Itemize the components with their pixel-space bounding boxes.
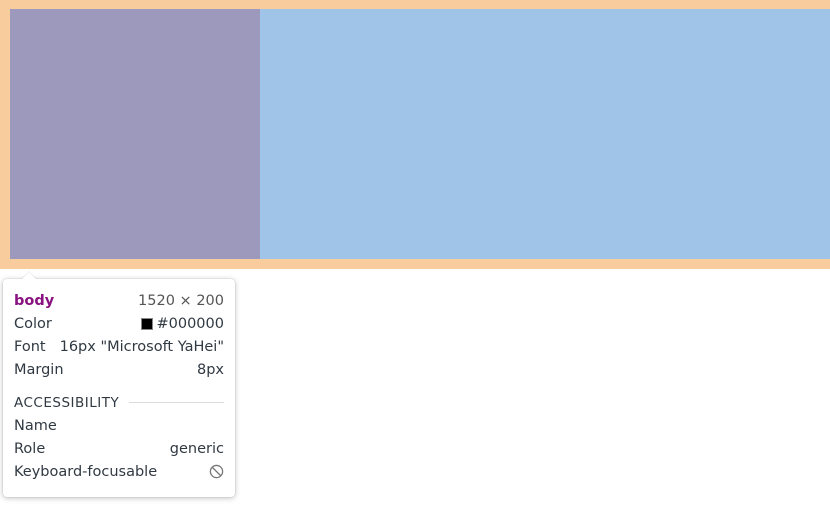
property-value: #000000 — [141, 316, 224, 332]
accessibility-row-role: Role generic — [14, 437, 224, 460]
section-divider — [129, 402, 224, 403]
property-label: Font — [14, 338, 46, 355]
right-block[interactable] — [260, 9, 830, 259]
accessibility-label: Keyboard-focusable — [14, 463, 158, 480]
left-block[interactable] — [10, 9, 260, 259]
tooltip-header: body 1520 × 200 — [14, 289, 224, 312]
property-row-font: Font 16px "Microsoft YaHei" — [14, 335, 224, 358]
accessibility-row-name: Name — [14, 414, 224, 437]
property-label: Margin — [14, 361, 64, 378]
inspect-tooltip: body 1520 × 200 Color #000000 Font 16px … — [3, 272, 235, 497]
accessibility-section-header: ACCESSIBILITY — [14, 391, 224, 414]
property-row-color: Color #000000 — [14, 312, 224, 335]
accessibility-value: generic — [169, 440, 224, 457]
element-dimensions: 1520 × 200 — [138, 292, 224, 309]
accessibility-label: Name — [14, 417, 57, 434]
color-swatch — [141, 317, 154, 330]
not-allowed-icon — [209, 464, 224, 479]
page: body 1520 × 200 Color #000000 Font 16px … — [0, 0, 830, 514]
accessibility-value — [209, 464, 224, 479]
accessibility-label: Role — [14, 440, 46, 457]
property-row-margin: Margin 8px — [14, 358, 224, 381]
tooltip-arrow — [21, 272, 37, 280]
element-tag-name: body — [14, 292, 55, 309]
property-label: Color — [14, 315, 52, 332]
accessibility-heading: ACCESSIBILITY — [14, 394, 120, 411]
property-value: 8px — [196, 361, 224, 378]
property-value: 16px "Microsoft YaHei" — [59, 338, 224, 355]
accessibility-row-keyboard-focusable: Keyboard-focusable — [14, 460, 224, 483]
color-value: #000000 — [156, 315, 224, 332]
